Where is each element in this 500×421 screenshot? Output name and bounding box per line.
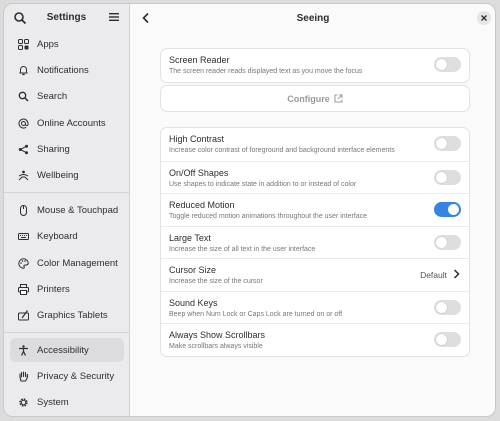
sidebar-item-color-management[interactable]: Color Management xyxy=(10,251,124,275)
sound-keys-toggle[interactable] xyxy=(434,299,461,315)
wellbeing-icon xyxy=(17,169,29,181)
row-subtitle: Beep when Num Lock or Caps Lock are turn… xyxy=(169,310,343,318)
sidebar-item-label: Graphics Tablets xyxy=(37,309,108,321)
sidebar-item-accessibility[interactable]: Accessibility xyxy=(10,338,124,362)
close-icon xyxy=(481,15,487,21)
sidebar-item-label: System xyxy=(37,396,69,408)
page-title: Seeing xyxy=(296,13,330,24)
sidebar-item-label: Mouse & Touchpad xyxy=(37,204,119,216)
search-icon xyxy=(17,90,29,102)
sound-keys-row[interactable]: Sound Keys Beep when Num Lock or Caps Lo… xyxy=(161,290,469,324)
row-subtitle: Toggle reduced motion animations through… xyxy=(169,213,368,220)
sidebar-item-online-accounts[interactable]: Online Accounts xyxy=(10,111,124,135)
close-button[interactable] xyxy=(477,11,491,25)
row-subtitle: Increase the size of all text in the use… xyxy=(169,245,316,253)
screen-reader-row[interactable]: Screen Reader The screen reader reads di… xyxy=(161,49,469,82)
row-title: On/Off Shapes xyxy=(169,167,229,178)
sidebar-item-label: Privacy & Security xyxy=(37,370,115,382)
hand-icon xyxy=(17,370,29,382)
large-text-row[interactable]: Large Text Increase the size of all text… xyxy=(161,225,469,259)
gear-icon xyxy=(17,396,29,408)
screen-reader-card: Screen Reader The screen reader reads di… xyxy=(160,48,470,83)
main-header: Seeing xyxy=(131,4,495,34)
row-subtitle: Make scrollbars always visible xyxy=(169,343,263,350)
sidebar-item-search[interactable]: Search xyxy=(10,84,124,108)
row-title: Cursor Size xyxy=(169,265,217,275)
bell-icon xyxy=(17,64,29,76)
sidebar-item-mouse-touchpad[interactable]: Mouse & Touchpad xyxy=(10,198,124,222)
sidebar-item-label: Accessibility xyxy=(37,344,89,356)
configure-button[interactable]: Configure xyxy=(160,85,470,112)
external-link-icon xyxy=(334,94,343,103)
at-icon xyxy=(17,117,29,129)
hamburger-menu-icon[interactable] xyxy=(108,11,120,23)
reduced-motion-row[interactable]: Reduced Motion Toggle reduced motion ani… xyxy=(161,193,469,226)
on-off-shapes-toggle[interactable] xyxy=(434,169,461,185)
row-subtitle: Increase the size of the cursor xyxy=(169,278,263,285)
sidebar-item-label: Printers xyxy=(37,283,70,295)
tablet-icon xyxy=(17,309,29,321)
sidebar-item-privacy-security[interactable]: Privacy & Security xyxy=(10,364,124,388)
sidebar-separator xyxy=(4,192,130,193)
always-show-scrollbars-row[interactable]: Always Show Scrollbars Make scrollbars a… xyxy=(161,323,469,356)
sidebar-item-keyboard[interactable]: Keyboard xyxy=(10,224,124,248)
always-show-scrollbars-toggle[interactable] xyxy=(434,332,461,347)
seeing-options-list: High Contrast Increase color contrast of… xyxy=(160,127,470,357)
settings-window: Settings Apps Notifications Search Onlin… xyxy=(3,3,496,417)
cursor-size-value: Default xyxy=(420,270,447,280)
row-subtitle: Use shapes to indicate state in addition… xyxy=(169,180,357,188)
row-title: Reduced Motion xyxy=(169,200,235,210)
sidebar: Settings Apps Notifications Search Onlin… xyxy=(4,4,130,416)
row-title: Large Text xyxy=(169,232,211,243)
apps-icon xyxy=(17,38,29,50)
accessibility-icon xyxy=(17,344,29,356)
sidebar-item-printers[interactable]: Printers xyxy=(10,277,124,301)
sidebar-separator xyxy=(4,332,130,333)
sidebar-item-label: Online Accounts xyxy=(37,117,106,129)
sidebar-item-graphics-tablets[interactable]: Graphics Tablets xyxy=(10,303,124,327)
on-off-shapes-row[interactable]: On/Off Shapes Use shapes to indicate sta… xyxy=(161,160,469,194)
sidebar-item-system[interactable]: System xyxy=(10,390,124,414)
row-subtitle: The screen reader reads displayed text a… xyxy=(169,68,363,75)
sidebar-item-label: Keyboard xyxy=(37,230,78,242)
chevron-right-icon xyxy=(453,269,460,279)
mouse-icon xyxy=(17,204,29,216)
sidebar-item-label: Color Management xyxy=(37,257,118,269)
printer-icon xyxy=(17,283,29,295)
sidebar-item-label: Sharing xyxy=(37,143,70,155)
reduced-motion-toggle[interactable] xyxy=(434,202,461,217)
sidebar-item-label: Search xyxy=(37,90,68,102)
large-text-toggle[interactable] xyxy=(434,234,461,250)
sidebar-item-wellbeing[interactable]: Wellbeing xyxy=(10,163,124,187)
configure-label: Configure xyxy=(287,93,330,104)
row-title: Screen Reader xyxy=(169,55,230,65)
sidebar-item-notifications[interactable]: Notifications xyxy=(10,58,124,82)
keyboard-icon xyxy=(17,230,29,242)
sidebar-item-label: Notifications xyxy=(37,64,89,76)
sidebar-header: Settings xyxy=(4,4,129,32)
row-title: High Contrast xyxy=(169,134,225,144)
row-subtitle: Increase color contrast of foreground an… xyxy=(169,147,395,154)
high-contrast-toggle[interactable] xyxy=(434,136,461,151)
sidebar-item-label: Apps xyxy=(37,38,59,50)
main-pane: Seeing Screen Reader The screen reader r… xyxy=(131,4,495,416)
high-contrast-row[interactable]: High Contrast Increase color contrast of… xyxy=(161,128,469,161)
row-title: Always Show Scrollbars xyxy=(169,330,266,340)
cursor-size-row[interactable]: Cursor Size Increase the size of the cur… xyxy=(161,258,469,291)
sidebar-item-sharing[interactable]: Sharing xyxy=(10,137,124,161)
screen-reader-toggle[interactable] xyxy=(434,57,461,72)
row-title: Sound Keys xyxy=(169,297,218,308)
palette-icon xyxy=(17,257,29,269)
share-icon xyxy=(17,143,29,155)
sidebar-item-apps[interactable]: Apps xyxy=(10,32,124,56)
sidebar-item-label: Wellbeing xyxy=(37,169,79,181)
